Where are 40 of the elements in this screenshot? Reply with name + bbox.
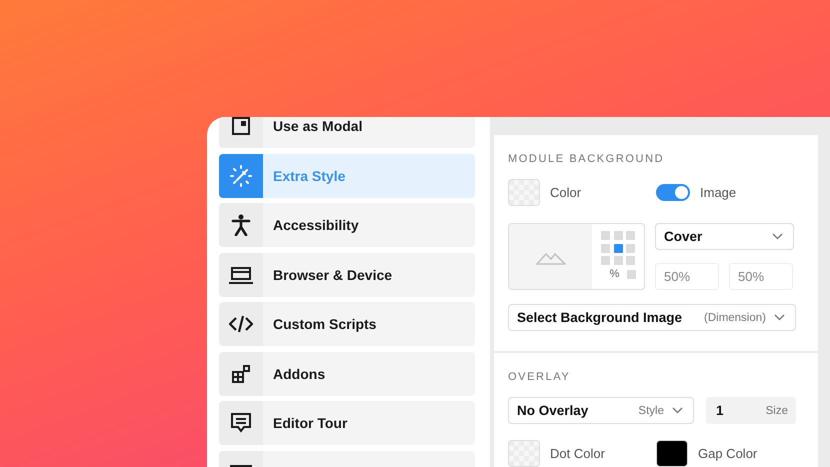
image-label: Image (700, 185, 736, 200)
anchor-point[interactable] (614, 244, 622, 252)
unit-toggle[interactable] (627, 270, 636, 278)
sidebar-item[interactable]: Browser & Device (219, 252, 475, 296)
color-label: Color (550, 185, 582, 200)
sidebar-item[interactable]: Use as Modal (219, 117, 475, 148)
person-icon (231, 214, 251, 236)
unit-label: % (610, 268, 620, 280)
fit-select[interactable]: Cover (655, 223, 794, 250)
magic-wand-icon (230, 164, 252, 186)
color-swatch[interactable] (656, 440, 688, 467)
offset-field[interactable]: 50% (655, 263, 719, 290)
anchor-point[interactable] (601, 244, 610, 252)
section-title: MODULE BACKGROUND (508, 153, 666, 165)
size-field[interactable]: 1 Size (706, 397, 796, 424)
background-image-select[interactable]: Select Background Image (Dimension) (508, 304, 796, 331)
section-title: OVERLAY (508, 371, 572, 383)
chevron-icon (772, 233, 783, 240)
image-preview[interactable]: % (508, 223, 645, 290)
anchor-point[interactable] (626, 244, 635, 252)
color-swatch[interactable] (508, 179, 540, 206)
blocks-icon (231, 364, 251, 384)
code-icon (229, 315, 253, 333)
anchor-point[interactable] (614, 231, 622, 240)
overlay-style-select[interactable]: No Overlay Style (508, 397, 694, 424)
sidebar-item[interactable]: Custom Scripts (219, 302, 475, 346)
swatch-label: Dot Color (550, 446, 605, 461)
modal-icon (231, 117, 251, 136)
chevron-icon (774, 314, 785, 321)
sidebar-item[interactable]: Addons (219, 352, 475, 396)
offset-field[interactable]: 50% (729, 263, 793, 290)
message-icon (230, 412, 252, 434)
image-toggle[interactable] (656, 184, 690, 201)
chevron-icon (672, 407, 683, 414)
swatch-label: Gap Color (698, 446, 758, 461)
laptop-icon (229, 266, 253, 284)
sidebar-item[interactable]: Editor Tour (219, 401, 475, 445)
sidebar-item[interactable]: Accessibility (219, 203, 475, 247)
anchor-point[interactable] (614, 256, 622, 265)
color-swatch[interactable] (508, 440, 540, 467)
